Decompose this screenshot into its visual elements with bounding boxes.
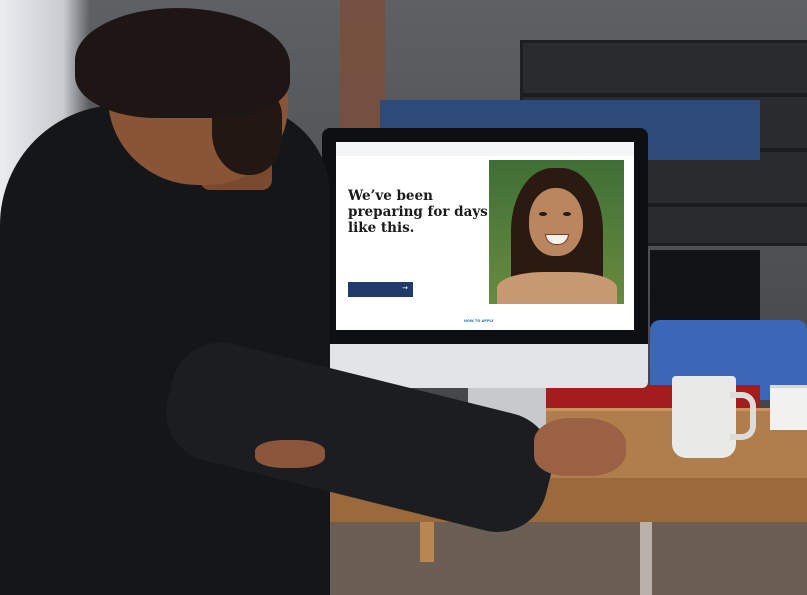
- coffee-mug: [672, 376, 736, 458]
- apply-button[interactable]: →: [348, 282, 413, 297]
- shelf-divider: [523, 93, 807, 97]
- man-right-hand: [534, 418, 626, 476]
- book-stack: [770, 385, 807, 430]
- how-to-apply-link[interactable]: HOW TO APPLY: [464, 319, 494, 323]
- man-left-hand: [255, 440, 325, 468]
- hero-heading: We’ve been preparing for days like this.: [348, 188, 488, 236]
- woman-shoulders: [497, 272, 617, 304]
- man-hair: [75, 8, 290, 118]
- mug-handle: [730, 392, 756, 440]
- woman-eye: [563, 212, 571, 216]
- desk-leg: [640, 522, 652, 595]
- arrow-right-icon: →: [402, 284, 408, 292]
- woman-face: [529, 188, 583, 256]
- photo-scene: We’ve been preparing for days like this.…: [0, 0, 807, 595]
- monitor-screen: We’ve been preparing for days like this.…: [336, 142, 634, 330]
- hero-photo: [489, 160, 624, 304]
- website-nav-bar: [336, 142, 634, 156]
- woman-eye: [539, 212, 547, 216]
- desk-leg: [420, 522, 434, 562]
